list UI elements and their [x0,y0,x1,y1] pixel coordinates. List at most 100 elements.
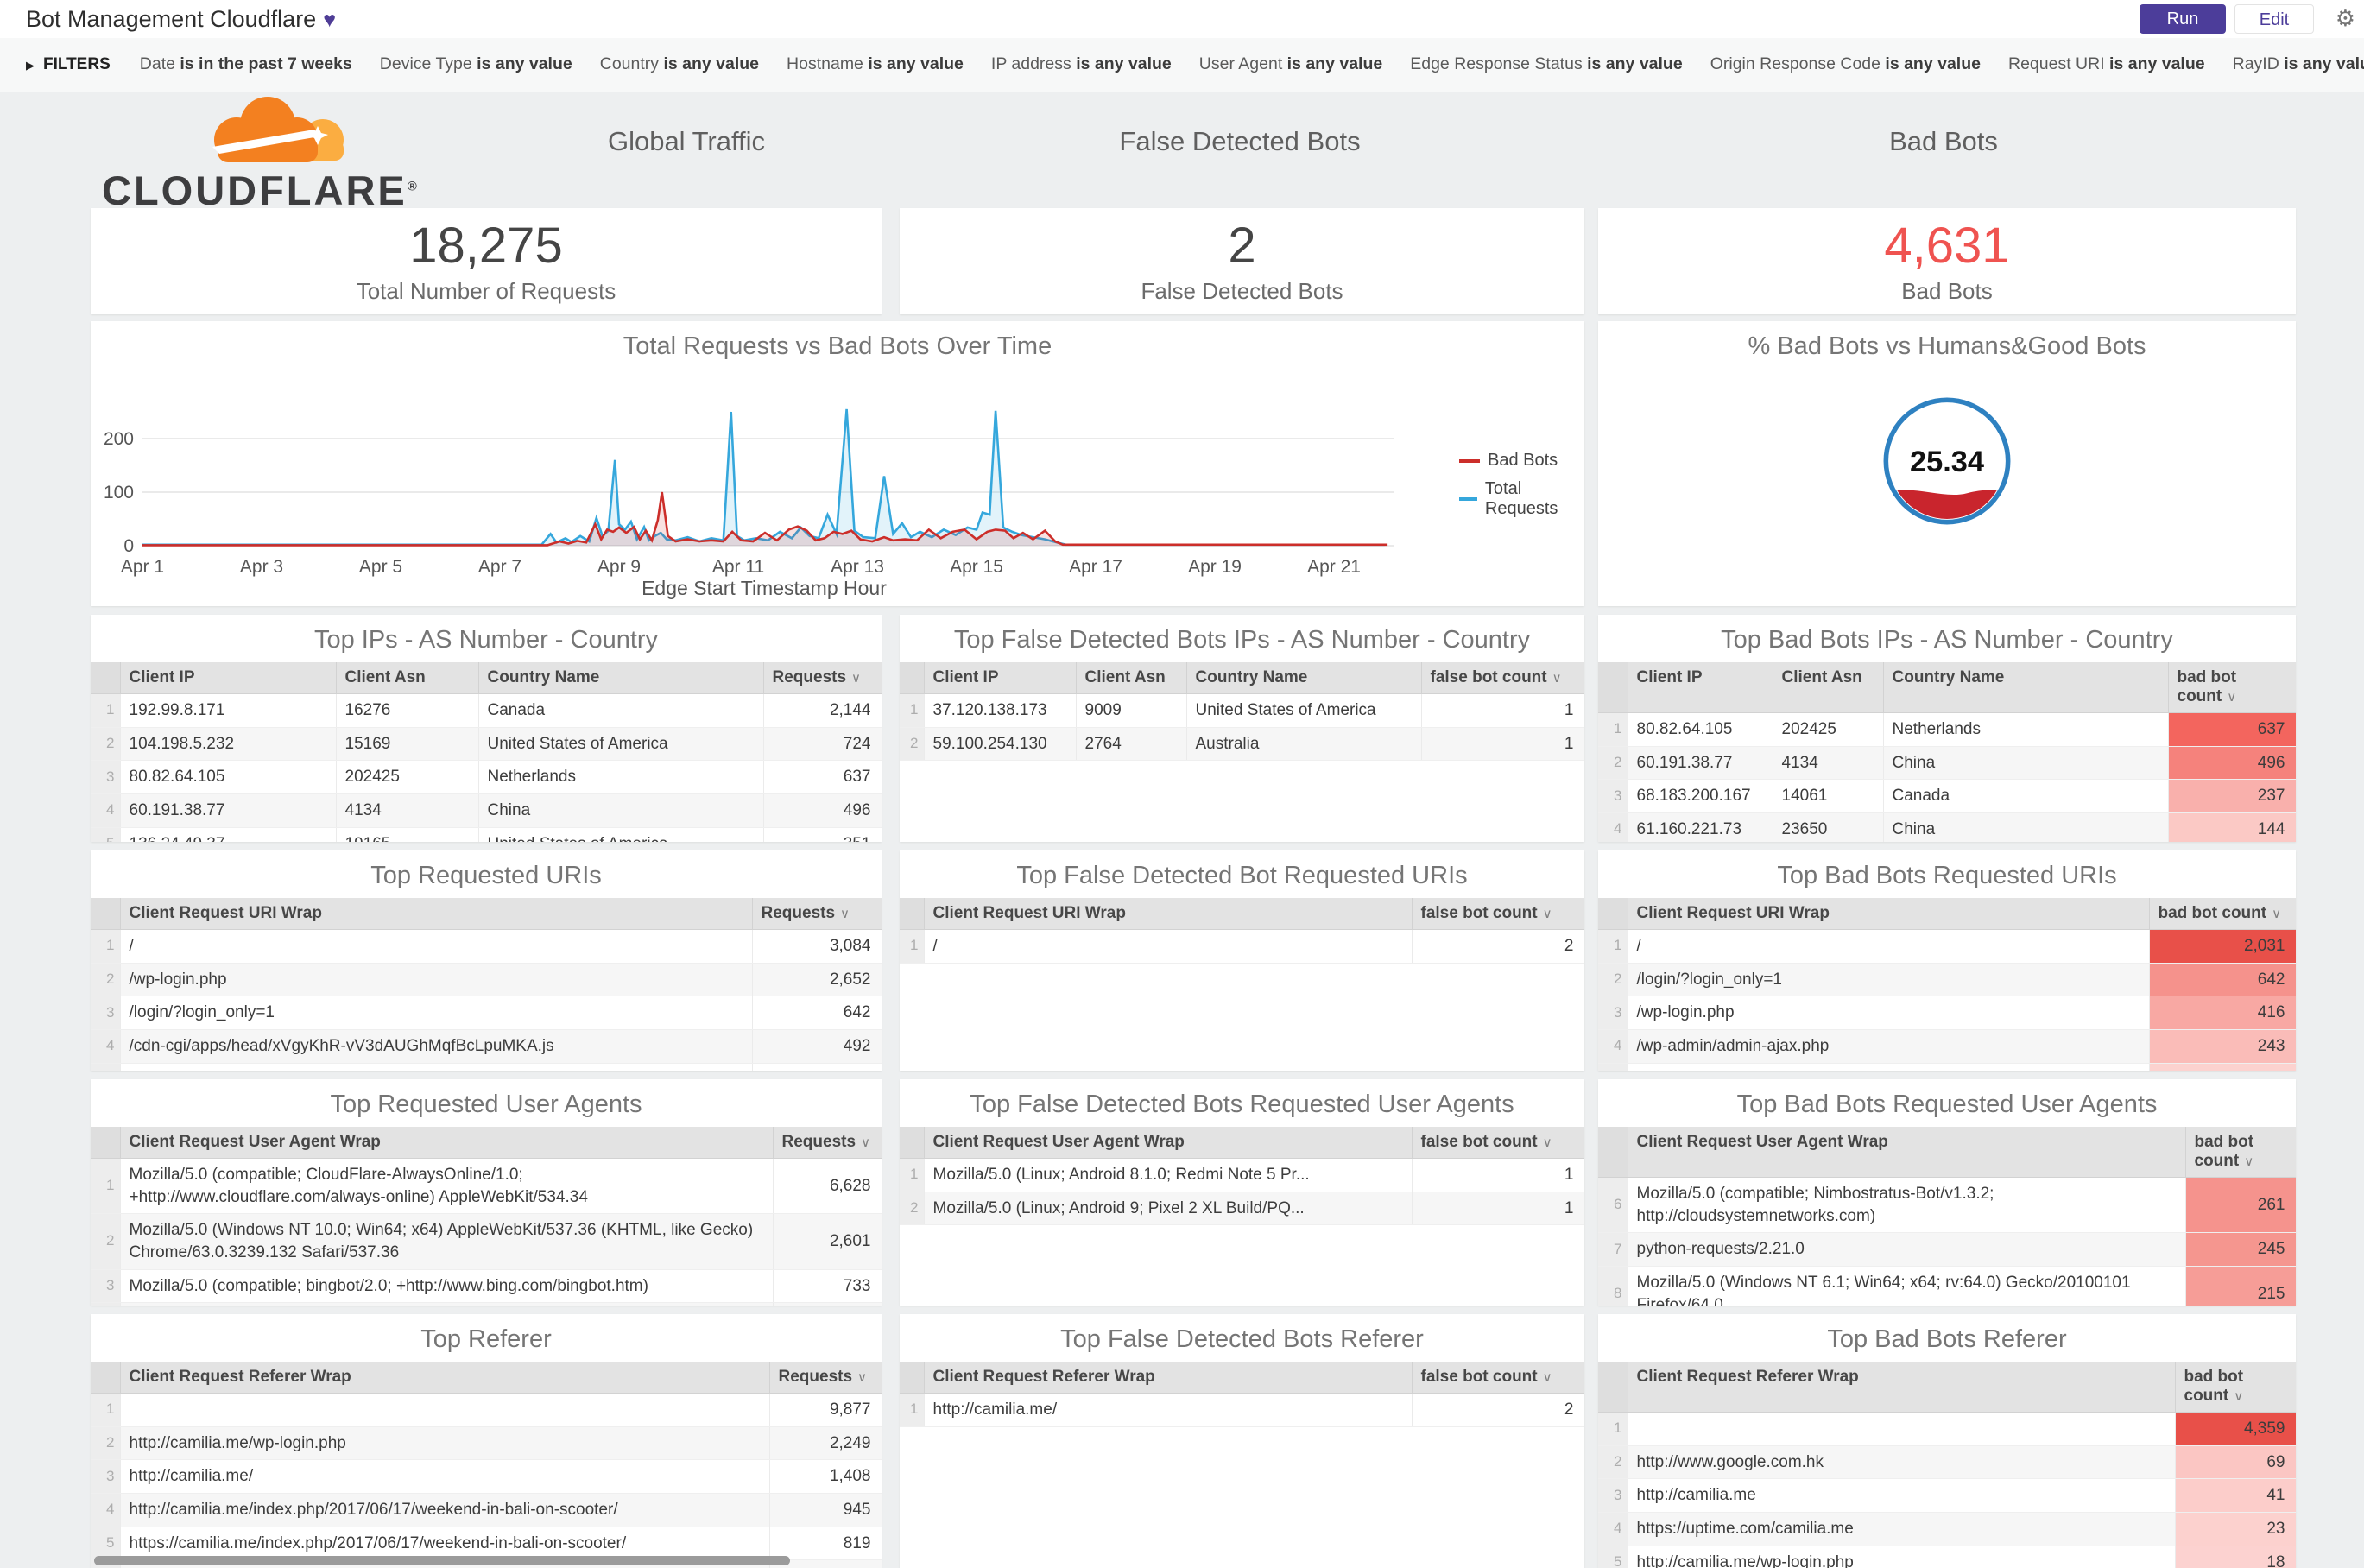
table-row[interactable]: 8 Mozilla/5.0 (Windows NT 6.1; Win64; x64… [1598,1266,2296,1306]
table-row[interactable]: 4/wp-admin/admin-ajax.php 243 [1598,1029,2296,1064]
table-row[interactable]: 4 60.191.38.77 4134 China 496 [91,793,882,828]
table-row[interactable]: 4 http://camilia.me/index.php/2017/06/17/… [91,1493,882,1527]
table-row[interactable]: 3/wp-login.php 416 [1598,996,2296,1030]
value-cell: 215 [2185,1266,2296,1306]
table-row[interactable]: 1 80.82.64.105 202425 Netherlands 637 [1598,712,2296,747]
column-header[interactable]: bad bot count ∨ [2168,662,2296,713]
filter-item[interactable]: Origin Response Code is any value [1710,54,1981,73]
column-header[interactable]: Requests ∨ [752,898,882,930]
table-title: Top False Detected Bots IPs - AS Number … [953,626,1531,654]
column-header[interactable]: false bot count ∨ [1412,898,1584,930]
table-row[interactable]: 2 http://camilia.me/wp-login.php 2,249 [91,1426,882,1461]
stat-label: False Detected Bots [1141,278,1343,304]
table-row[interactable]: 1 http://camilia.me/2 [900,1393,1584,1427]
column-header[interactable]: Client IP [120,662,337,694]
column-header[interactable]: Client Request User Agent Wrap [924,1127,1413,1159]
table-row[interactable]: 4 https://uptime.com/camilia.me 23 [1598,1512,2296,1546]
table-row[interactable]: 4/cdn-cgi/apps/head/xVgyKhR-vV3dAUGhMqfB… [91,1029,882,1064]
horizontal-scrollbar[interactable] [94,1556,790,1565]
column-header[interactable]: Client Request URI Wrap [120,898,753,930]
table-row[interactable]: 2/wp-login.php 2,652 [91,963,882,997]
legend-entry[interactable]: Bad Bots [1459,451,1584,471]
column-header[interactable]: Requests ∨ [769,1362,882,1394]
table-row[interactable]: 5/xmlrpc.php124 [1598,1063,2296,1071]
value-cell: 483 [752,1063,882,1071]
table-row[interactable]: 7 python-requests/2.21.0 245 [1598,1232,2296,1267]
table-row[interactable]: 1 Mozilla/5.0 (Linux; Android 8.1.0; Redm… [900,1158,1584,1192]
table-row[interactable]: 2 Mozilla/5.0 (Windows NT 10.0; Win64; x6… [91,1213,882,1270]
column-header[interactable]: Client IP [924,662,1077,694]
line-chart[interactable]: 0 100 200 Apr 1 Apr 3 Apr 5 Apr 7 Apr 9 Apr 11 Ap… [99,369,1446,585]
column-header[interactable]: Client Request User Agent Wrap [1628,1127,2186,1178]
table-row[interactable]: 1 192.99.8.171 16276 Canada 2,144 [91,693,882,728]
column-header[interactable]: false bot count ∨ [1421,662,1584,694]
column-header[interactable]: Client Asn [336,662,479,694]
table-row[interactable]: 3 80.82.64.105 202425 Netherlands 637 [91,760,882,794]
table-row[interactable]: 1 9,877 [91,1393,882,1427]
table-row[interactable]: 4 681 [91,1302,882,1306]
column-header[interactable]: Country Name [478,662,764,694]
chart-legend: Bad Bots Total Requests [1459,451,1584,528]
table-row[interactable]: 3 68.183.200.167 14061 Canada 237 [1598,779,2296,813]
column-header[interactable]: bad bot count ∨ [2185,1127,2296,1178]
column-header[interactable]: Client Request Referer Wrap [120,1362,770,1394]
column-header[interactable]: false bot count ∨ [1412,1362,1584,1394]
column-header[interactable]: Client Request URI Wrap [1628,898,2150,930]
text-cell: 37.120.138.173 [924,693,1077,728]
column-header[interactable]: Country Name [1883,662,2169,713]
gear-icon[interactable]: ⚙ [2336,5,2355,32]
column-header[interactable]: Client Request User Agent Wrap [120,1127,774,1159]
row-number: 4 [91,1493,121,1527]
table-row[interactable]: 1/2,031 [1598,929,2296,964]
table-row[interactable]: 2/login/?login_only=1 642 [1598,963,2296,997]
column-header[interactable]: Client Request Referer Wrap [924,1362,1413,1394]
column-header[interactable]: bad bot count ∨ [2149,898,2296,930]
table-row[interactable]: 1/3,084 [91,929,882,964]
column-header[interactable]: false bot count ∨ [1412,1127,1584,1159]
table-row[interactable]: 5/cdn-cgi/apps/body/3Lh52SjWTQ4HRlErJykH… [91,1063,882,1071]
table-row[interactable]: 2 http://www.google.com.hk 69 [1598,1445,2296,1480]
column-header[interactable]: Client Asn [1076,662,1187,694]
table-row[interactable]: 5136.24.49.3719165United States of Ameri… [91,827,882,842]
column-header[interactable]: Client Asn [1773,662,1884,713]
filter-item[interactable]: Hostname is any value [787,54,964,73]
filter-item[interactable]: IP address is any value [991,54,1172,73]
table-row[interactable]: 3 http://camilia.me/1,408 [91,1459,882,1494]
legend-entry[interactable]: Total Requests [1459,479,1584,519]
table-row[interactable]: 6 Mozilla/5.0 (compatible; Nimbostratus-B… [1598,1177,2296,1234]
filter-item[interactable]: User Agent is any value [1199,54,1382,73]
column-header[interactable]: Client IP [1628,662,1773,713]
filter-item[interactable]: Date is in the past 7 weeks [140,54,352,73]
table-row[interactable]: 2 Mozilla/5.0 (Linux; Android 9; Pixel 2 … [900,1192,1584,1226]
value-cell: 637 [2168,712,2296,747]
column-header[interactable]: Client Request URI Wrap [924,898,1413,930]
filter-item[interactable]: RayID is any value [2233,54,2364,73]
edit-button[interactable]: Edit [2234,4,2314,34]
filter-item[interactable]: Device Type is any value [380,54,572,73]
filters-toggle[interactable]: ▶ FILTERS [26,55,111,73]
table-row[interactable]: 1 Mozilla/5.0 (compatible; CloudFlare-Alw… [91,1158,882,1215]
value-cell: 245 [2185,1232,2296,1267]
table-row[interactable]: 3 http://camilia.me 41 [1598,1478,2296,1513]
table-row[interactable]: 5 http://camilia.me/wp-login.php 18 [1598,1546,2296,1568]
filter-item[interactable]: Request URI is any value [2008,54,2205,73]
column-header[interactable]: bad bot count ∨ [2175,1362,2296,1413]
run-button[interactable]: Run [2140,4,2226,34]
table-row[interactable]: 3/login/?login_only=1 642 [91,996,882,1030]
table-row[interactable]: 1 37.120.138.173 9009 United States of Amer… [900,693,1584,728]
column-header[interactable]: Requests ∨ [773,1127,882,1159]
table-row[interactable]: 3 Mozilla/5.0 (compatible; bingbot/2.0; +… [91,1269,882,1304]
column-header[interactable]: Client Request Referer Wrap [1628,1362,2176,1413]
stat-label: Total Number of Requests [356,278,616,304]
column-header[interactable]: Requests ∨ [763,662,882,694]
filter-item[interactable]: Country is any value [600,54,759,73]
table-row[interactable]: 2 59.100.254.130 2764 Australia 1 [900,727,1584,762]
table-row[interactable]: 4 61.160.221.73 23650 China 144 [1598,812,2296,842]
table-row[interactable]: 2 104.198.5.232 15169 United States of Amer… [91,727,882,762]
table-row[interactable]: 2 60.191.38.77 4134 China 496 [1598,746,2296,781]
filter-item[interactable]: Edge Response Status is any value [1410,54,1682,73]
table-row[interactable]: 1/2 [900,929,1584,964]
table-row[interactable]: 1 4,359 [1598,1412,2296,1446]
column-header[interactable]: Country Name [1186,662,1422,694]
table-row[interactable]: 5 https://camilia.me/index.php/2017/06/17… [91,1527,882,1561]
